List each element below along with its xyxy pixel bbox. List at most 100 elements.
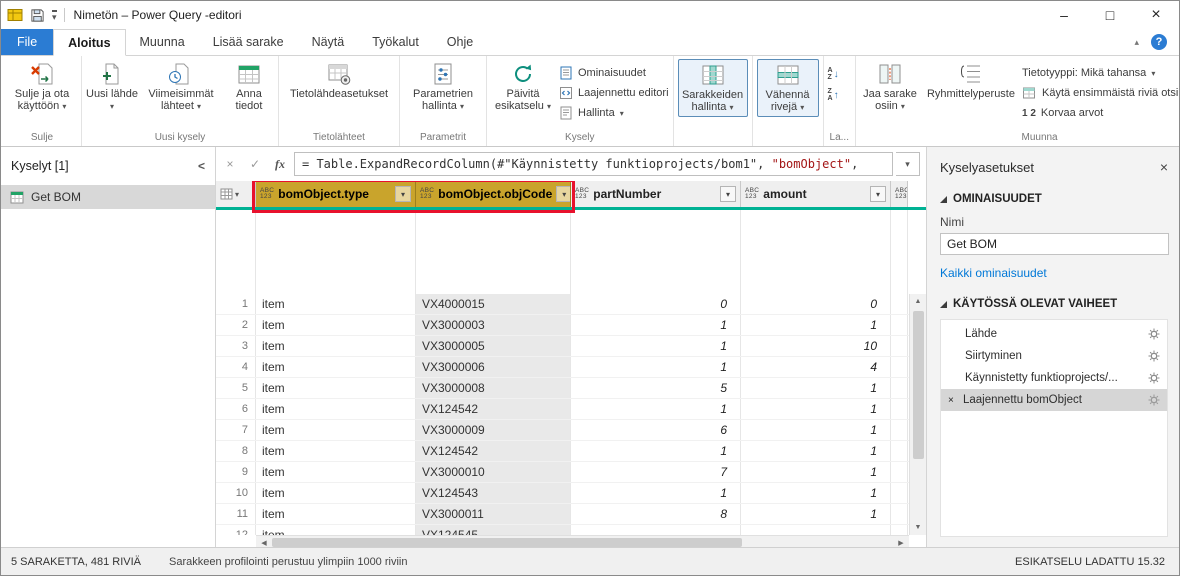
- row-number[interactable]: 11: [216, 504, 256, 524]
- step-kaynnistetty[interactable]: Käynnistetty funktioprojects/...: [941, 367, 1167, 389]
- cell[interactable]: [571, 525, 741, 535]
- cell[interactable]: 1: [571, 399, 741, 419]
- row-number[interactable]: 1: [216, 294, 256, 314]
- scroll-left-icon[interactable]: ◀: [256, 539, 272, 547]
- cell[interactable]: [741, 525, 891, 535]
- step-laajennettu-bomobject[interactable]: × Laajennettu bomObject: [941, 389, 1167, 411]
- query-list-item-get-bom[interactable]: Get BOM: [1, 185, 215, 209]
- cell[interactable]: 0: [741, 294, 891, 314]
- cell[interactable]: [891, 378, 908, 398]
- any-type-icon[interactable]: ABC123: [745, 188, 759, 201]
- row-number[interactable]: 9: [216, 462, 256, 482]
- cell[interactable]: item: [256, 315, 416, 335]
- scroll-down-icon[interactable]: ▼: [910, 520, 926, 535]
- manage-button[interactable]: Hallinta ▾: [558, 104, 669, 122]
- use-first-row-button[interactable]: Käytä ensimmäistä riviä otsikkoina ▾: [1022, 84, 1180, 102]
- cell[interactable]: item: [256, 483, 416, 503]
- cell[interactable]: item: [256, 525, 416, 535]
- cell[interactable]: 1: [741, 315, 891, 335]
- cell[interactable]: 4: [741, 357, 891, 377]
- cell[interactable]: [891, 441, 908, 461]
- cell[interactable]: 1: [571, 357, 741, 377]
- cell[interactable]: [891, 525, 908, 535]
- sort-ascending-button[interactable]: AZ ↓: [828, 65, 839, 83]
- row-number[interactable]: 6: [216, 399, 256, 419]
- row-number[interactable]: 10: [216, 483, 256, 503]
- cell[interactable]: 8: [571, 504, 741, 524]
- query-name-input[interactable]: [940, 233, 1169, 255]
- cell[interactable]: 1: [571, 336, 741, 356]
- cell[interactable]: VX3000008: [416, 378, 571, 398]
- properties-button[interactable]: Ominaisuudet: [558, 64, 669, 82]
- cell[interactable]: item: [256, 378, 416, 398]
- cell[interactable]: 1: [741, 378, 891, 398]
- tab-muunna[interactable]: Muunna: [126, 29, 199, 55]
- tab-tyokalut[interactable]: Työkalut: [358, 29, 433, 55]
- cell[interactable]: VX124543: [416, 483, 571, 503]
- row-number[interactable]: 12: [216, 525, 256, 535]
- properties-section-header[interactable]: OMINAISUUDET: [940, 193, 1168, 205]
- column-header-bomobject-objcode[interactable]: ABC123 bomObject.objCode ▾: [416, 181, 571, 207]
- cell[interactable]: VX3000009: [416, 420, 571, 440]
- formula-cancel-icon[interactable]: ×: [219, 153, 241, 175]
- replace-values-button[interactable]: 1 2 Korvaa arvot: [1022, 104, 1180, 122]
- cell[interactable]: [891, 399, 908, 419]
- column-header-partial[interactable]: ABC123: [891, 181, 908, 207]
- cell[interactable]: VX4000015: [416, 294, 571, 314]
- new-source-button[interactable]: Uusi lähde ▾: [86, 59, 138, 113]
- cell[interactable]: [891, 462, 908, 482]
- cell[interactable]: [891, 420, 908, 440]
- collapse-ribbon-icon[interactable]: ▴: [1134, 37, 1139, 48]
- gear-icon[interactable]: [1148, 328, 1160, 340]
- formula-expand-button[interactable]: ▾: [896, 152, 920, 176]
- tab-lisaa-sarake[interactable]: Lisää sarake: [199, 29, 298, 55]
- cell[interactable]: VX124542: [416, 441, 571, 461]
- cell[interactable]: 5: [571, 378, 741, 398]
- cell[interactable]: [891, 336, 908, 356]
- cell[interactable]: item: [256, 399, 416, 419]
- row-number[interactable]: 7: [216, 420, 256, 440]
- close-pane-icon[interactable]: ×: [1160, 159, 1168, 175]
- cell[interactable]: VX124542: [416, 399, 571, 419]
- filter-icon[interactable]: ▾: [556, 186, 571, 202]
- cell[interactable]: 7: [571, 462, 741, 482]
- cell[interactable]: 1: [741, 420, 891, 440]
- cell[interactable]: [891, 294, 908, 314]
- cell[interactable]: 1: [741, 441, 891, 461]
- enter-data-button[interactable]: Anna tiedot: [224, 59, 274, 112]
- cell[interactable]: VX3000003: [416, 315, 571, 335]
- cell[interactable]: 10: [741, 336, 891, 356]
- cell[interactable]: item: [256, 336, 416, 356]
- row-number[interactable]: 2: [216, 315, 256, 335]
- manage-columns-button[interactable]: Sarakkeiden hallinta ▾: [681, 60, 745, 114]
- delete-step-icon[interactable]: ×: [948, 395, 963, 406]
- data-type-button[interactable]: Tietotyyppi: Mikä tahansa ▾: [1022, 64, 1180, 82]
- sort-descending-button[interactable]: ZA ↑: [828, 86, 839, 104]
- maximize-button[interactable]: □: [1087, 1, 1133, 29]
- formula-accept-icon[interactable]: ✓: [244, 153, 266, 175]
- column-header-amount[interactable]: ABC123 amount ▾: [741, 181, 891, 207]
- cell[interactable]: [891, 357, 908, 377]
- horizontal-scrollbar-thumb[interactable]: [272, 538, 742, 547]
- cell[interactable]: VX3000011: [416, 504, 571, 524]
- cell[interactable]: VX3000006: [416, 357, 571, 377]
- row-number[interactable]: 5: [216, 378, 256, 398]
- cell[interactable]: VX3000010: [416, 462, 571, 482]
- cell[interactable]: 1: [741, 399, 891, 419]
- split-column-button[interactable]: Jaa sarake osiin ▾: [860, 59, 920, 113]
- cell[interactable]: VX3000005: [416, 336, 571, 356]
- row-number[interactable]: 3: [216, 336, 256, 356]
- step-lahde[interactable]: Lähde: [941, 323, 1167, 345]
- help-icon[interactable]: ?: [1151, 34, 1167, 50]
- filter-icon[interactable]: ▾: [395, 186, 411, 202]
- select-all-corner-cell[interactable]: ▾: [216, 181, 256, 207]
- vertical-scrollbar-thumb[interactable]: [913, 311, 924, 459]
- cell[interactable]: item: [256, 294, 416, 314]
- gear-icon[interactable]: [1148, 394, 1160, 406]
- advanced-editor-button[interactable]: Laajennettu editori: [558, 84, 669, 102]
- cell[interactable]: [891, 315, 908, 335]
- cell[interactable]: 1: [741, 504, 891, 524]
- save-button[interactable]: [30, 8, 45, 23]
- applied-steps-section-header[interactable]: KÄYTÖSSÄ OLEVAT VAIHEET: [940, 298, 1168, 310]
- cell[interactable]: 1: [571, 315, 741, 335]
